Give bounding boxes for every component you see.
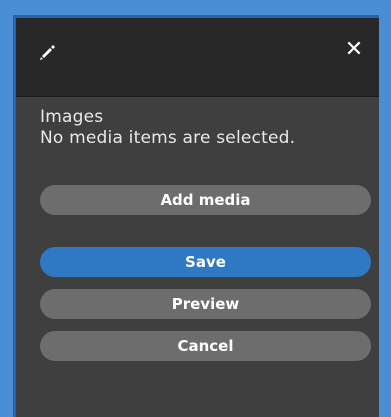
close-icon[interactable]: ✕ — [343, 39, 365, 61]
save-button[interactable]: Save — [40, 247, 371, 277]
field-title: Images — [40, 107, 104, 127]
panel-header: ✕ — [16, 18, 379, 97]
cancel-button[interactable]: Cancel — [40, 331, 371, 361]
field-description: No media items are selected. — [40, 128, 296, 148]
panel-body: Images No media items are selected. Add … — [16, 97, 379, 361]
pencil-icon — [38, 41, 58, 61]
preview-button[interactable]: Preview — [40, 289, 371, 319]
media-settings-panel: ✕ Images No media items are selected. Ad… — [13, 15, 379, 417]
add-media-button[interactable]: Add media — [40, 185, 371, 215]
